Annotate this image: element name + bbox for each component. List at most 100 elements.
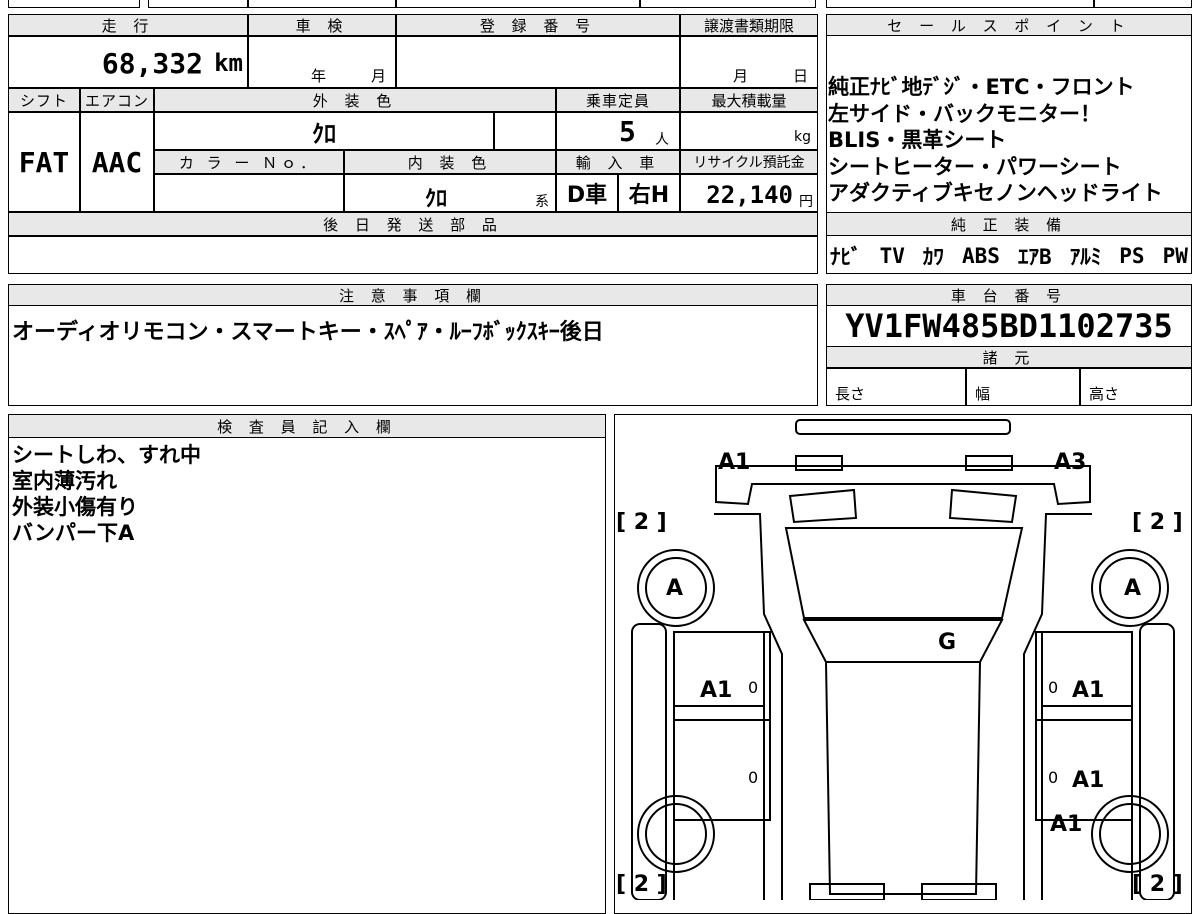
interior-suffix: 系 [535, 194, 549, 210]
inspector-line: バンパー下A [12, 521, 135, 545]
color-no-cell [154, 174, 344, 212]
capacity-unit: 人 [655, 132, 669, 148]
ac-value: AAC [91, 145, 143, 179]
ac-header: エアコン [80, 88, 154, 112]
import-h-cell: 右H [618, 174, 680, 212]
inspection-cell: 年 月 [248, 36, 396, 88]
equipment-item: ｶﾜ [922, 245, 944, 269]
sales-point-line: シートヒーター・パワーシート [828, 154, 1122, 179]
inspector-line: 外装小傷有り [12, 495, 138, 519]
interior-color-cell: ｸﾛ 系 [344, 174, 556, 212]
inspection-year: 年 [311, 67, 327, 85]
transfer-day: 日 [793, 67, 809, 85]
equipment-item: ｴｱB [1017, 245, 1052, 269]
length-cell: 長さ [826, 368, 966, 406]
exterior-color-header: 外 装 色 [154, 88, 556, 112]
width-label: 幅 [975, 385, 991, 403]
capacity-cell: 5 人 [556, 112, 680, 150]
capacity-header: 乗車定員 [556, 88, 680, 112]
windshield-label: G [938, 630, 957, 655]
spec-header: 諸 元 [826, 346, 1192, 368]
registration-cell [396, 36, 680, 88]
import-header: 輸 入 車 [556, 150, 680, 174]
equipment-item: PW [1162, 244, 1188, 268]
top-strip-cell [248, 0, 396, 8]
transfer-month: 月 [733, 67, 749, 85]
sales-point-line: 純正ﾅﾋﾞ地ﾃﾞｼﾞ・ETC・フロント [828, 75, 1135, 99]
recycle-header: リサイクル預託金 [680, 150, 818, 174]
transfer-header: 譲渡書類期限 [680, 14, 818, 36]
sales-points-list: 純正ﾅﾋﾞ地ﾃﾞｼﾞ・ETC・フロント 左サイド・バックモニター！ BLIS・黒… [828, 74, 1190, 207]
mileage-cell: 68,332 km [8, 36, 248, 88]
equipment-item: TV [879, 244, 905, 268]
inspector-line: 室内薄汚れ [12, 469, 117, 493]
top-strip-cell [396, 0, 640, 8]
equipment-item: ｱﾙﾐ [1069, 245, 1102, 269]
height-cell: 高さ [1080, 368, 1192, 406]
top-strip-cell [1094, 0, 1192, 8]
top-strip-cell [8, 0, 140, 8]
chassis-cell: YV1FW485BD1102735 [826, 306, 1192, 346]
import-h-value: 右H [628, 183, 670, 208]
color-no-header: カ ラ ー Ｎｏ． [154, 150, 344, 174]
later-parts-header: 後 日 発 送 部 品 [8, 212, 818, 236]
equipment-item: PS [1119, 244, 1145, 268]
length-label: 長さ [835, 385, 866, 403]
import-d-cell: D車 [556, 174, 618, 212]
ac-cell: AAC [80, 112, 154, 212]
inspector-line: シートしわ、すれ中 [12, 443, 201, 467]
interior-color-header: 内 装 色 [344, 150, 556, 174]
top-strip-cell [640, 0, 816, 8]
shift-cell: FAT [8, 112, 80, 212]
zero-mark: 0 [1048, 768, 1059, 787]
chassis-number: YV1FW485BD1102735 [845, 307, 1173, 345]
recycle-unit: 円 [799, 194, 813, 210]
wheel-label-left: A [666, 576, 684, 601]
mileage-value: 68,332 [101, 47, 203, 80]
exterior-color-value: ｸﾛ [312, 119, 336, 148]
tire-label-top-left: [ 2 ] [616, 510, 667, 535]
shift-header: シフト [8, 88, 80, 112]
tire-label-bottom-left: [ 2 ] [616, 872, 667, 897]
damage-label-rear-right: A1 [1050, 812, 1083, 837]
wheel-label-right: A [1124, 576, 1142, 601]
mileage-header: 走 行 [8, 14, 248, 36]
notes-header: 注 意 事 項 欄 [8, 284, 818, 306]
import-d-value: D車 [566, 183, 608, 208]
interior-color-value: ｸﾛ [425, 187, 448, 212]
zero-mark: 0 [1048, 678, 1059, 697]
max-load-cell: kg [680, 112, 818, 150]
tire-label-top-right: [ 2 ] [1132, 510, 1183, 535]
notes-text: オーディオリモコン・スマートキー・ｽﾍﾟｱ・ﾙｰﾌﾎﾞｯｸｽｷｰ後日 [12, 320, 604, 345]
height-label: 高さ [1089, 385, 1120, 403]
equipment-list: ﾅﾋﾞ TV ｶﾜ ABS ｴｱB ｱﾙﾐ PS PW [830, 240, 1188, 272]
shift-value: FAT [18, 145, 70, 179]
sales-points-header: セ ー ル ス ポ イ ン ト [826, 14, 1192, 36]
transfer-cell: 月 日 [680, 36, 818, 88]
equipment-header: 純 正 装 備 [826, 212, 1192, 236]
tire-label-bottom-right: [ 2 ] [1132, 872, 1183, 897]
damage-label-door-rear-right: A1 [1072, 768, 1105, 793]
equipment-item: ﾅﾋﾞ [830, 245, 862, 269]
exterior-color-cell: ｸﾛ [154, 112, 494, 150]
recycle-value: 22,140 [706, 181, 793, 209]
sales-point-line: BLIS・黒革シート [828, 128, 1007, 152]
inspector-notes: シートしわ、すれ中 室内薄汚れ 外装小傷有り バンパー下A [12, 442, 201, 546]
capacity-value: 5 [619, 115, 636, 148]
zero-mark: 0 [748, 678, 759, 697]
damage-label-front-right: A3 [1054, 450, 1087, 475]
equipment-item: ABS [961, 244, 1000, 268]
inspection-header: 車 検 [248, 14, 396, 36]
sales-point-line: アダクティブキセノンヘッドライト [828, 181, 1163, 205]
load-unit: kg [794, 129, 811, 145]
damage-label-door-front-right: A1 [1072, 678, 1105, 703]
damage-label-door-front-left: A1 [700, 678, 733, 703]
inspection-month: 月 [371, 67, 387, 85]
top-strip-cell [148, 0, 248, 8]
width-cell: 幅 [966, 368, 1080, 406]
mileage-unit: km [214, 49, 243, 77]
chassis-header: 車 台 番 号 [826, 284, 1192, 306]
exterior-color-extra [494, 112, 556, 150]
later-parts-cell [8, 236, 818, 274]
damage-label-front-left: A1 [718, 450, 751, 475]
